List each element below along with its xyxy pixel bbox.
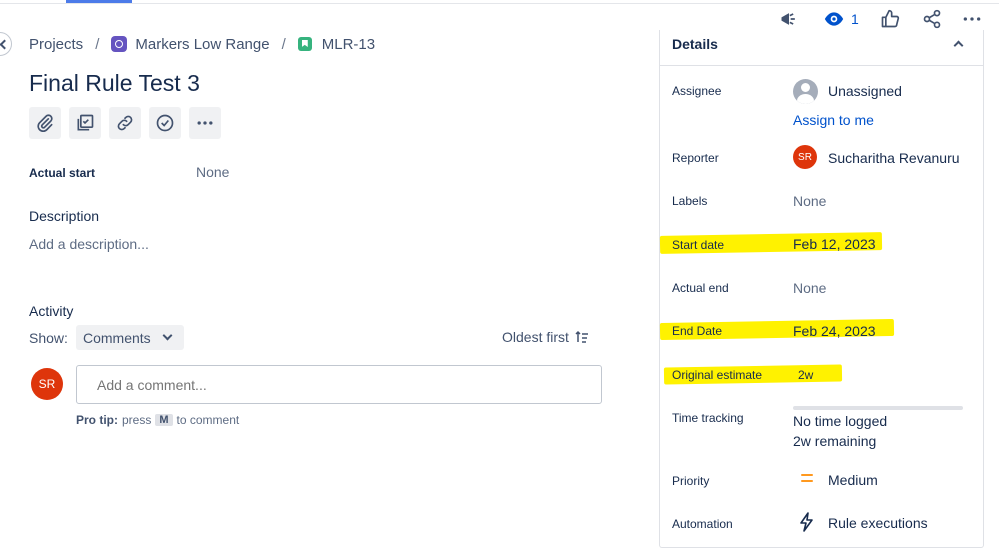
pro-tip-key: M [155,414,173,426]
vote-button[interactable] [879,8,901,30]
original-estimate-label: Original estimate [672,368,763,382]
activity-filter-select[interactable]: Comments [76,325,184,350]
actual-end-label: Actual end [672,281,729,295]
feedback-button[interactable] [777,8,801,30]
story-icon [297,37,312,51]
end-date-label: End Date [672,324,723,338]
assign-to-me-link[interactable]: Assign to me [793,112,874,128]
reporter-value[interactable]: Sucharitha Revanuru [828,150,960,166]
time-remaining-text: 2w remaining [793,433,877,449]
activity-heading: Activity [29,303,74,319]
share-icon [923,9,941,29]
actual-end-value[interactable]: None [793,280,826,296]
link-icon [117,115,133,131]
start-date-label: Start date [672,238,725,252]
more-actions-button[interactable] [189,107,221,139]
breadcrumb-issue-key[interactable]: MLR-13 [322,36,375,53]
start-date-value[interactable]: Feb 12, 2023 [793,236,876,252]
pro-tip: Pro tip: press M to comment [76,413,239,427]
description-heading: Description [29,208,100,224]
sidebar-collapse-button[interactable] [0,32,12,56]
thumbs-up-icon [881,9,899,28]
description-placeholder[interactable]: Add a description... [29,236,149,252]
unassigned-avatar [793,79,818,104]
issue-toolbar [29,107,221,139]
check-circle-icon [156,114,174,132]
labels-label: Labels [672,194,708,208]
issue-header-actions: 1 [777,8,983,30]
subtask-icon [77,114,94,131]
priority-medium-icon [801,474,813,483]
details-panel: Details Assignee Unassigned Assign to me… [659,30,984,548]
lightning-icon [800,512,813,532]
megaphone-icon [781,13,795,25]
more-options-button[interactable] [961,8,983,30]
comment-input[interactable] [76,365,602,404]
priority-value[interactable]: Medium [828,472,878,488]
issue-title[interactable]: Final Rule Test 3 [29,70,200,97]
automation-value[interactable]: Rule executions [828,515,928,531]
project-icon [111,36,128,52]
sort-icon [575,330,588,343]
breadcrumb: Projects / Markers Low Range / MLR-13 [29,34,375,54]
labels-value[interactable]: None [793,193,826,209]
breadcrumb-projects[interactable]: Projects [29,36,83,53]
current-user-avatar: SR [31,368,63,400]
more-icon [963,17,981,21]
pro-tip-press: press [122,413,152,427]
paperclip-icon [37,114,53,133]
assignee-value[interactable]: Unassigned [828,83,902,99]
sort-order-button[interactable]: Oldest first [502,329,589,345]
pro-tip-rest: to comment [176,413,240,427]
breadcrumb-separator: / [281,35,286,53]
time-logged-text: No time logged [793,413,888,429]
share-button[interactable] [921,8,943,30]
active-nav-indicator [66,0,132,3]
end-date-value[interactable]: Feb 24, 2023 [793,323,876,339]
more-icon [197,121,213,125]
details-header[interactable]: Details [660,30,983,66]
chevron-down-icon [162,330,173,341]
eye-icon [824,12,844,26]
details-title: Details [672,36,718,52]
time-tracking-label: Time tracking [672,411,744,425]
checklist-button[interactable] [149,107,181,139]
chevron-up-icon [953,40,964,51]
breadcrumb-project[interactable]: Markers Low Range [135,36,269,53]
attach-button[interactable] [29,107,61,139]
actual-start-label: Actual start [29,166,96,180]
reporter-label: Reporter [672,151,719,165]
sort-order-label: Oldest first [502,329,569,345]
automation-label: Automation [672,517,733,531]
time-tracking-bar[interactable] [793,406,963,410]
pro-tip-label: Pro tip: [76,413,118,427]
assignee-label: Assignee [672,84,722,98]
link-issue-button[interactable] [109,107,141,139]
actual-start-value[interactable]: None [196,164,229,180]
activity-filter-value: Comments [83,329,151,346]
watch-count: 1 [851,11,859,27]
show-label: Show: [29,330,68,346]
add-child-issue-button[interactable] [69,107,101,139]
top-nav-underline [0,0,999,4]
reporter-avatar: SR [793,145,817,169]
breadcrumb-separator: / [95,35,100,53]
priority-label: Priority [672,474,710,488]
watch-button[interactable]: 1 [823,8,859,30]
original-estimate-value[interactable]: 2w [798,368,813,382]
